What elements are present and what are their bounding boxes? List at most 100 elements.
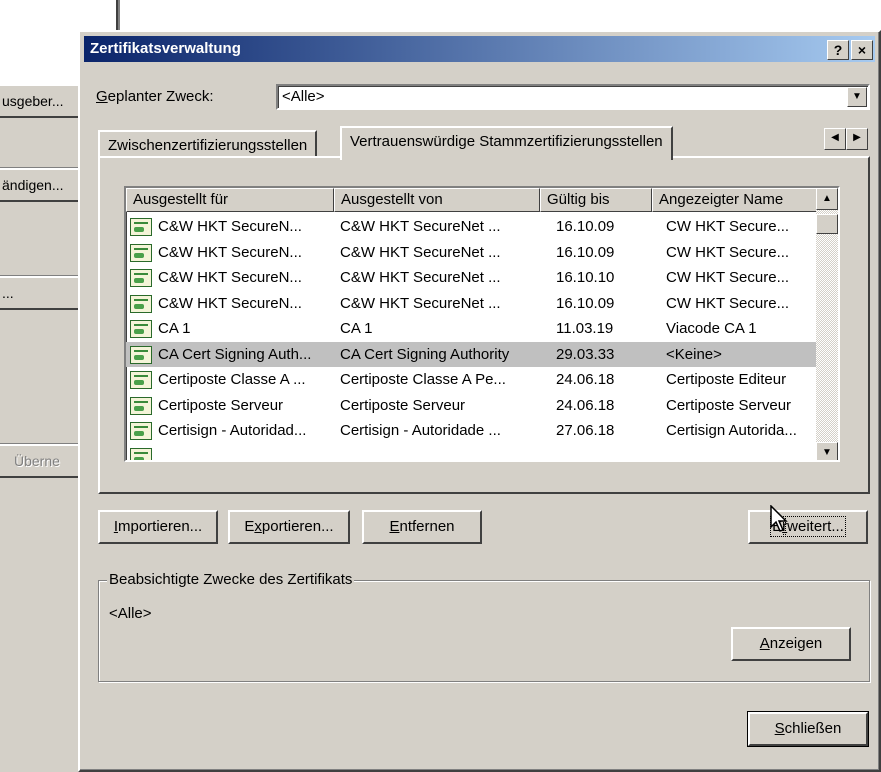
certificate-icon: [130, 447, 152, 460]
tab-label: Zwischenzertifizierungsstellen: [108, 137, 308, 154]
cell-valid-to: 16.10.10: [556, 269, 615, 286]
mnemonic: E: [389, 518, 400, 535]
arrow-right-icon[interactable]: ▶: [846, 128, 868, 150]
tab-intermediate-ca[interactable]: Zwischenzertifizierungsstellen: [98, 130, 318, 158]
close-button[interactable]: Schließen: [747, 711, 869, 747]
button-label: nzeigen: [769, 635, 823, 652]
certificate-icon: [130, 243, 152, 262]
certificate-icon: [130, 218, 152, 236]
table-row[interactable]: Certiposte Classe A ... Certiposte Classe…: [126, 367, 826, 392]
button-label: ntfernen: [399, 518, 455, 535]
cell-friendly-name: CW HKT Secure...: [666, 243, 790, 261]
certificate-icon: [130, 320, 152, 338]
cell-issued-to: C&W HKT SecureN...: [158, 269, 302, 286]
column-header-issued-by[interactable]: Ausgestellt von: [334, 188, 540, 212]
table-row[interactable]: C&W HKT SecureN... C&W HKT SecureNet ... 1…: [126, 214, 826, 239]
mouse-cursor-icon: [770, 505, 788, 532]
cell-issued-by: CA Cert Signing Authority: [340, 345, 510, 363]
button-label: portieren...: [261, 518, 334, 535]
column-header-valid-to[interactable]: Gültig bis: [540, 188, 652, 212]
cell-issued-by: Certiposte Classe A Pe...: [340, 371, 506, 388]
background-button-more[interactable]: ...: [0, 276, 86, 310]
cell-issued-to: C&W HKT SecureN...: [158, 218, 302, 235]
button-label: E: [244, 518, 255, 535]
cell-issued-by: Certiposte Serveur: [340, 396, 466, 414]
cell-issued-by: C&W HKT SecureNet ...: [340, 294, 501, 312]
tab-panel: Ausgestellt für Ausgestellt von Gültig b…: [98, 156, 870, 494]
purpose-label: Geplanter Zweck:: [96, 88, 214, 105]
cell-valid-to: 24.06.18: [556, 371, 615, 388]
chevron-down-icon[interactable]: ▼: [816, 442, 838, 460]
certificate-icon: [130, 371, 152, 389]
background-panel: [0, 310, 86, 444]
import-button[interactable]: Importieren...: [98, 510, 218, 544]
cell-friendly-name: Viacode CA 1: [666, 320, 757, 337]
title-bar[interactable]: Zertifikatsverwaltung ? ×: [84, 36, 875, 62]
certificate-icon: [130, 422, 152, 440]
advanced-button[interactable]: Erweitert...: [748, 510, 868, 544]
table-row[interactable]: [126, 444, 826, 460]
background-splitter: [116, 0, 120, 30]
arrow-left-icon[interactable]: ◀: [824, 128, 846, 150]
table-row[interactable]: C&W HKT SecureN... C&W HKT SecureNet ... 1…: [126, 240, 826, 265]
close-icon[interactable]: ×: [851, 40, 873, 60]
cell-valid-to: 16.10.09: [556, 218, 615, 235]
certificate-icon: [130, 345, 152, 364]
cell-friendly-name: <Keine>: [666, 345, 722, 363]
certificate-list[interactable]: Ausgestellt für Ausgestellt von Gültig b…: [124, 186, 840, 462]
mnemonic: S: [774, 720, 785, 737]
background-panel: [0, 118, 86, 168]
purpose-dropdown[interactable]: <Alle> ▼: [276, 84, 870, 110]
cell-valid-to: 29.03.33: [556, 345, 615, 363]
button-label: mportieren...: [117, 518, 203, 535]
table-row[interactable]: C&W HKT SecureN... C&W HKT SecureNet ... 1…: [126, 291, 826, 316]
mnemonic: x: [254, 518, 262, 535]
chevron-up-icon[interactable]: ▲: [816, 188, 838, 210]
cell-issued-by: C&W HKT SecureNet ...: [340, 243, 501, 261]
background-panel: [0, 478, 86, 772]
button-label: chließen: [784, 720, 842, 737]
scrollbar-thumb[interactable]: [816, 214, 838, 234]
remove-button[interactable]: Entfernen: [362, 510, 482, 544]
cell-issued-to: Certiposte Serveur: [158, 396, 284, 414]
view-button[interactable]: Anzeigen: [731, 627, 851, 661]
cell-valid-to: 11.03.19: [556, 320, 614, 337]
mnemonic: G: [96, 88, 108, 105]
cell-friendly-name: Certisign Autorida...: [666, 422, 797, 439]
cell-friendly-name: CW HKT Secure...: [666, 269, 790, 286]
cell-friendly-name: CW HKT Secure...: [666, 218, 790, 235]
export-button[interactable]: Exportieren...: [228, 510, 350, 544]
cell-valid-to: 27.06.18: [556, 422, 615, 439]
intended-purposes-group: Beabsichtigte Zwecke des Zertifikats <Al…: [98, 571, 870, 682]
cell-issued-to: CA Cert Signing Auth...: [158, 345, 312, 363]
vertical-scrollbar[interactable]: ▲ ▼: [816, 188, 838, 460]
column-header-issued-to[interactable]: Ausgestellt für: [126, 188, 334, 212]
column-header-friendly-name[interactable]: Angezeigter Name: [652, 188, 822, 212]
background-button-issuer[interactable]: usgeber...: [0, 84, 86, 118]
background-window: usgeber... ändigen... ... Überne: [0, 0, 120, 772]
window-title: Zertifikatsverwaltung: [90, 40, 241, 57]
cell-issued-by: Certisign - Autoridade ...: [340, 422, 501, 439]
button-label: weitert...: [785, 516, 846, 537]
cell-valid-to: 24.06.18: [556, 396, 615, 414]
background-button-apply[interactable]: Überne: [0, 444, 86, 478]
tab-trusted-root-ca[interactable]: Vertrauenswürdige Stammzertifizierungsst…: [340, 126, 673, 160]
cell-valid-to: 16.10.09: [556, 294, 615, 312]
chevron-down-icon[interactable]: ▼: [847, 87, 867, 107]
cell-issued-to: Certiposte Classe A ...: [158, 371, 306, 388]
table-row[interactable]: Certisign - Autoridad... Certisign - Auto…: [126, 418, 826, 443]
background-panel-top: [0, 0, 86, 84]
table-row[interactable]: C&W HKT SecureN... C&W HKT SecureNet ... 1…: [126, 265, 826, 290]
help-icon[interactable]: ?: [827, 40, 849, 60]
table-row[interactable]: CA 1 CA 1 11.03.19 Viacode CA 1: [126, 316, 826, 341]
label-text: eplanter Zweck:: [107, 88, 214, 105]
cell-issued-by: C&W HKT SecureNet ...: [340, 218, 501, 235]
mnemonic: A: [759, 635, 770, 652]
tab-label: Vertrauenswürdige Stammzertifizierungsst…: [350, 133, 663, 150]
table-row[interactable]: CA Cert Signing Auth... CA Cert Signing A…: [126, 341, 826, 367]
background-button-complete[interactable]: ändigen...: [0, 168, 86, 202]
cell-valid-to: 16.10.09: [556, 243, 615, 261]
table-row[interactable]: Certiposte Serveur Certiposte Serveur 24.0…: [126, 393, 826, 418]
group-title: Beabsichtigte Zwecke des Zertifikats: [107, 571, 355, 588]
cell-issued-to: C&W HKT SecureN...: [158, 243, 302, 261]
